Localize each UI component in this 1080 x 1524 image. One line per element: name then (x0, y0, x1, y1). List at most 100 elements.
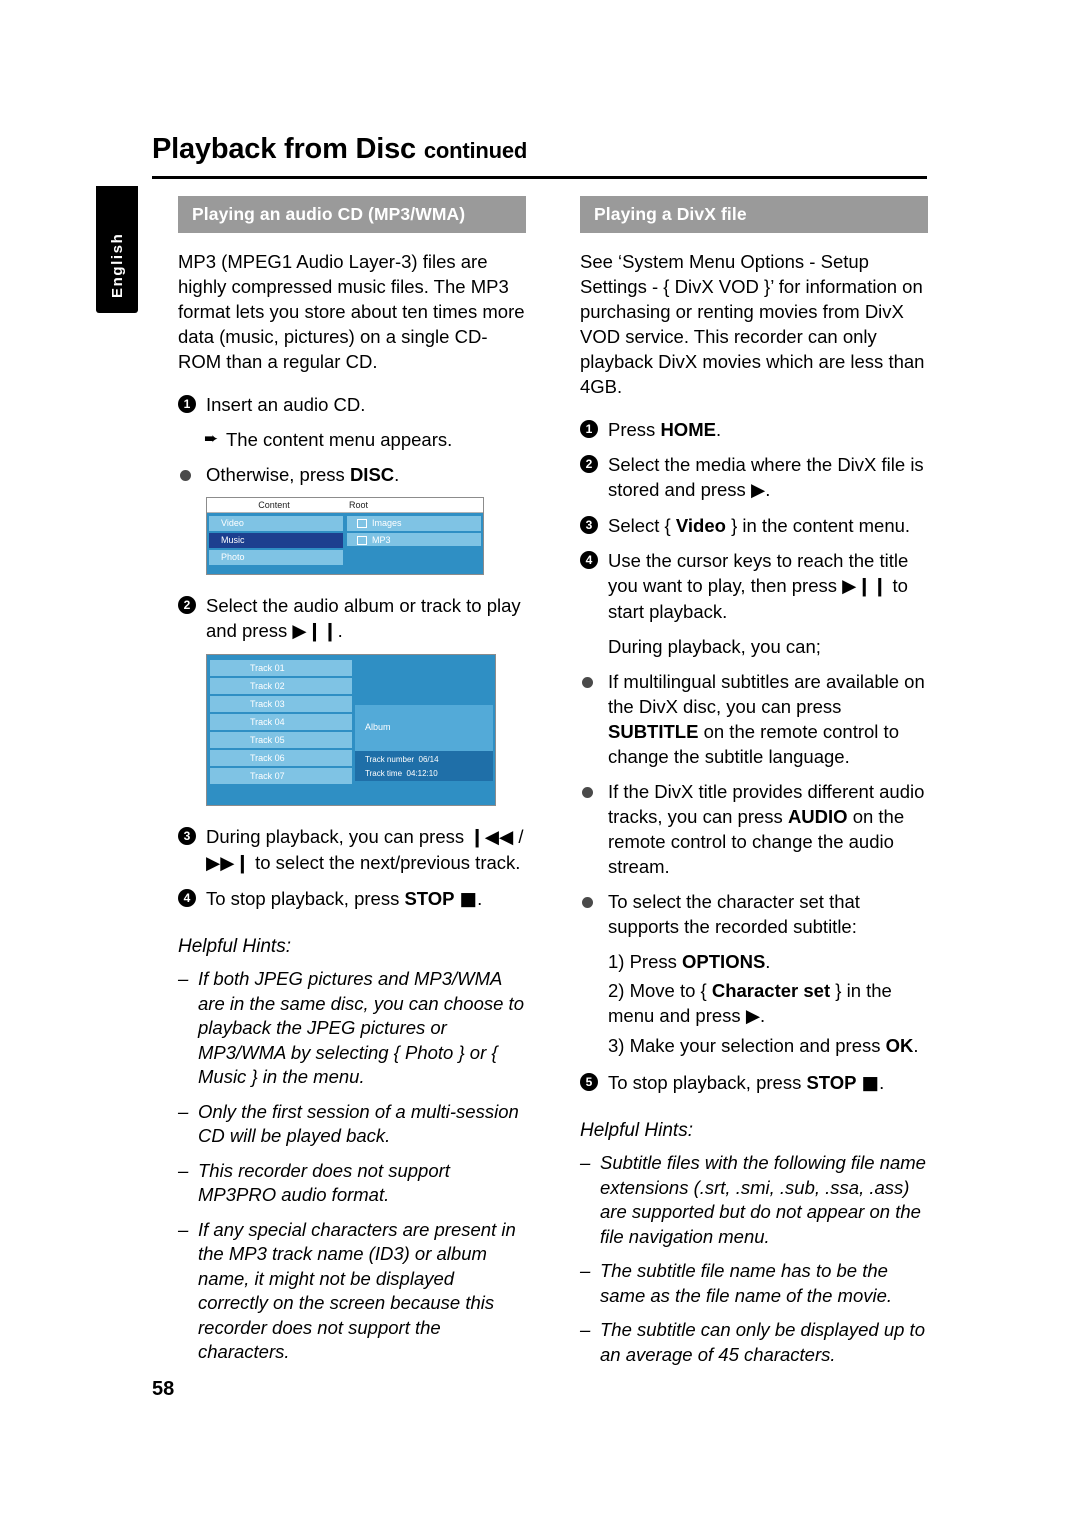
substep-text-end: . (760, 1005, 766, 1026)
during-playback-text: During playback, you can; (608, 636, 821, 657)
substep-options: 1) Press OPTIONS. (580, 949, 930, 974)
track-time-value: 04:12:10 (406, 769, 438, 778)
audio-cd-intro: MP3 (MPEG1 Audio Layer-3) files are high… (178, 251, 525, 372)
step-stop-playback: 4 To stop playback, press STOP ■. (178, 886, 528, 912)
folder-icon (357, 519, 367, 528)
step-text: To stop playback, press (608, 1072, 807, 1093)
prev-track-icon: ❙◀◀ (469, 827, 514, 848)
dash-icon: – (178, 968, 189, 989)
stop-label: STOP (404, 888, 455, 909)
hint-text: Only the first session of a multi-sessio… (198, 1100, 519, 1147)
step-text-end: . (337, 620, 343, 641)
hint-item: – If any special characters are present i… (178, 1218, 528, 1365)
content-menu-item-images: Images (347, 516, 481, 531)
dash-icon: – (178, 1100, 189, 1122)
dash-icon: – (178, 1159, 189, 1181)
dash-icon: – (178, 1218, 189, 1240)
step-insert-cd-result: ➨ The content menu appears. (178, 427, 528, 452)
bullet-text-post: . (394, 464, 400, 485)
track-row: Track 07 (210, 768, 352, 784)
character-set-label: Character set (711, 980, 831, 1001)
stop-icon: ■ (861, 1073, 880, 1094)
step-stop-playback-divx: 5 To stop playback, press STOP ■. (580, 1070, 930, 1096)
content-menu-screenshot: Content Root Video Music Photo Images MP… (206, 497, 484, 575)
right-arrow-icon: ▶ (745, 1006, 761, 1027)
step-number: 4 (580, 551, 598, 569)
hint-text: This recorder does not support MP3PRO au… (198, 1159, 450, 1206)
bullet-audio: If the DivX title provides different aud… (580, 779, 930, 879)
step-sub-text: The content menu appears. (226, 429, 453, 450)
step-number: 2 (580, 455, 598, 473)
page-title-continued: continued (423, 138, 528, 163)
video-label: Video (675, 515, 726, 536)
hint-item: – This recorder does not support MP3PRO a… (178, 1159, 528, 1208)
track-detail-pane: Album Track number 06/14 Track time 04:1… (355, 655, 493, 805)
stop-label: STOP (806, 1072, 857, 1093)
home-label: HOME (660, 419, 716, 440)
track-list-screenshot: Track 01 Track 02 Track 03 Track 04 Trac… (206, 654, 496, 806)
language-tab-label: English (109, 232, 126, 298)
step-select-album: 2 Select the audio album or track to pla… (178, 593, 528, 644)
bullet-character-set: To select the character set that support… (580, 889, 930, 939)
hint-item: – Only the first session of a multi-sessi… (178, 1100, 528, 1149)
step-text: Select the audio album or track to play … (206, 595, 521, 641)
step-text: Insert an audio CD. (206, 394, 366, 415)
hint-text: If any special characters are present in… (198, 1218, 516, 1363)
hint-item: – Subtitle files with the following file … (580, 1151, 930, 1249)
bullet-icon (180, 470, 191, 481)
arrow-icon: ➨ (204, 429, 219, 449)
hint-text: If both JPEG pictures and MP3/WMA are in… (198, 968, 524, 1087)
step-number: 4 (178, 889, 196, 907)
page-title-text: Playback from Disc (152, 133, 416, 165)
bullet-text-pre: Otherwise, press (206, 464, 350, 485)
dash-icon: – (580, 1152, 591, 1173)
step-number: 3 (580, 516, 598, 534)
step-number: 1 (580, 420, 598, 438)
step-insert-cd: 1 Insert an audio CD. (178, 392, 528, 417)
hint-text: The subtitle file name has to be the sam… (600, 1260, 893, 1306)
section-heading-audio-cd: Playing an audio CD (MP3/WMA) (178, 196, 526, 233)
hint-item: – The subtitle file name has to be the sa… (580, 1259, 930, 1308)
substep-text: 2) Move to { (608, 980, 712, 1001)
substep-text-end: . (913, 1035, 919, 1056)
track-time-label: Track time (365, 769, 403, 778)
play-pause-icon: ▶❙❙ (292, 621, 338, 642)
step-text-end: . (765, 479, 771, 500)
page-title: Playback from Disc continued (152, 133, 527, 166)
step-text-end: to select the next/previous track. (249, 852, 521, 873)
step-skip-tracks: 3 During playback, you can press ❙◀◀ / ▶… (178, 824, 528, 876)
options-label: OPTIONS (682, 951, 766, 972)
track-list: Track 01 Track 02 Track 03 Track 04 Trac… (207, 655, 355, 805)
step-text-end: . (477, 888, 483, 909)
substep-text-end: . (765, 951, 771, 972)
step-cursor-title: 4 Use the cursor keys to reach the title… (580, 548, 930, 624)
step-text: To stop playback, press (206, 888, 405, 909)
bullet-icon (582, 677, 593, 688)
bullet-icon (582, 897, 593, 908)
step-press-home: 1 Press HOME. (580, 417, 930, 442)
page-number: 58 (152, 1378, 175, 1400)
content-menu-item-photo: Photo (209, 550, 343, 565)
step-text: Press (608, 419, 661, 440)
helpful-hints-title-left: Helpful Hints: (178, 936, 291, 957)
bullet-subtitle: If multilingual subtitles are available … (580, 669, 930, 769)
dash-icon: – (580, 1260, 591, 1281)
content-menu-header: Content Root (207, 498, 483, 513)
step-text-end: . (715, 419, 722, 440)
bullet-icon (582, 787, 593, 798)
step-text-end: } in the content menu. (725, 515, 911, 536)
hint-text: The subtitle can only be displayed up to… (600, 1319, 925, 1365)
helpful-hints-title-right: Helpful Hints: (580, 1120, 693, 1141)
bullet-press-disc: Otherwise, press DISC. (178, 462, 528, 487)
play-pause-icon: ▶❙❙ (842, 576, 888, 597)
bullet-text: To select the character set that support… (608, 891, 860, 937)
substep-character-set: 2) Move to { Character set } in the menu… (580, 978, 930, 1029)
bullet-text: If multilingual subtitles are available … (608, 671, 925, 717)
next-track-icon: ▶▶❙ (206, 853, 250, 874)
audio-label: AUDIO (787, 806, 848, 827)
content-menu-left-list: Video Music Photo (207, 513, 345, 574)
substep-text: 3) Make your selection and press (608, 1035, 886, 1056)
ok-label: OK (885, 1035, 914, 1056)
substep-text: 1) Press (608, 951, 683, 972)
step-number: 5 (580, 1073, 598, 1091)
